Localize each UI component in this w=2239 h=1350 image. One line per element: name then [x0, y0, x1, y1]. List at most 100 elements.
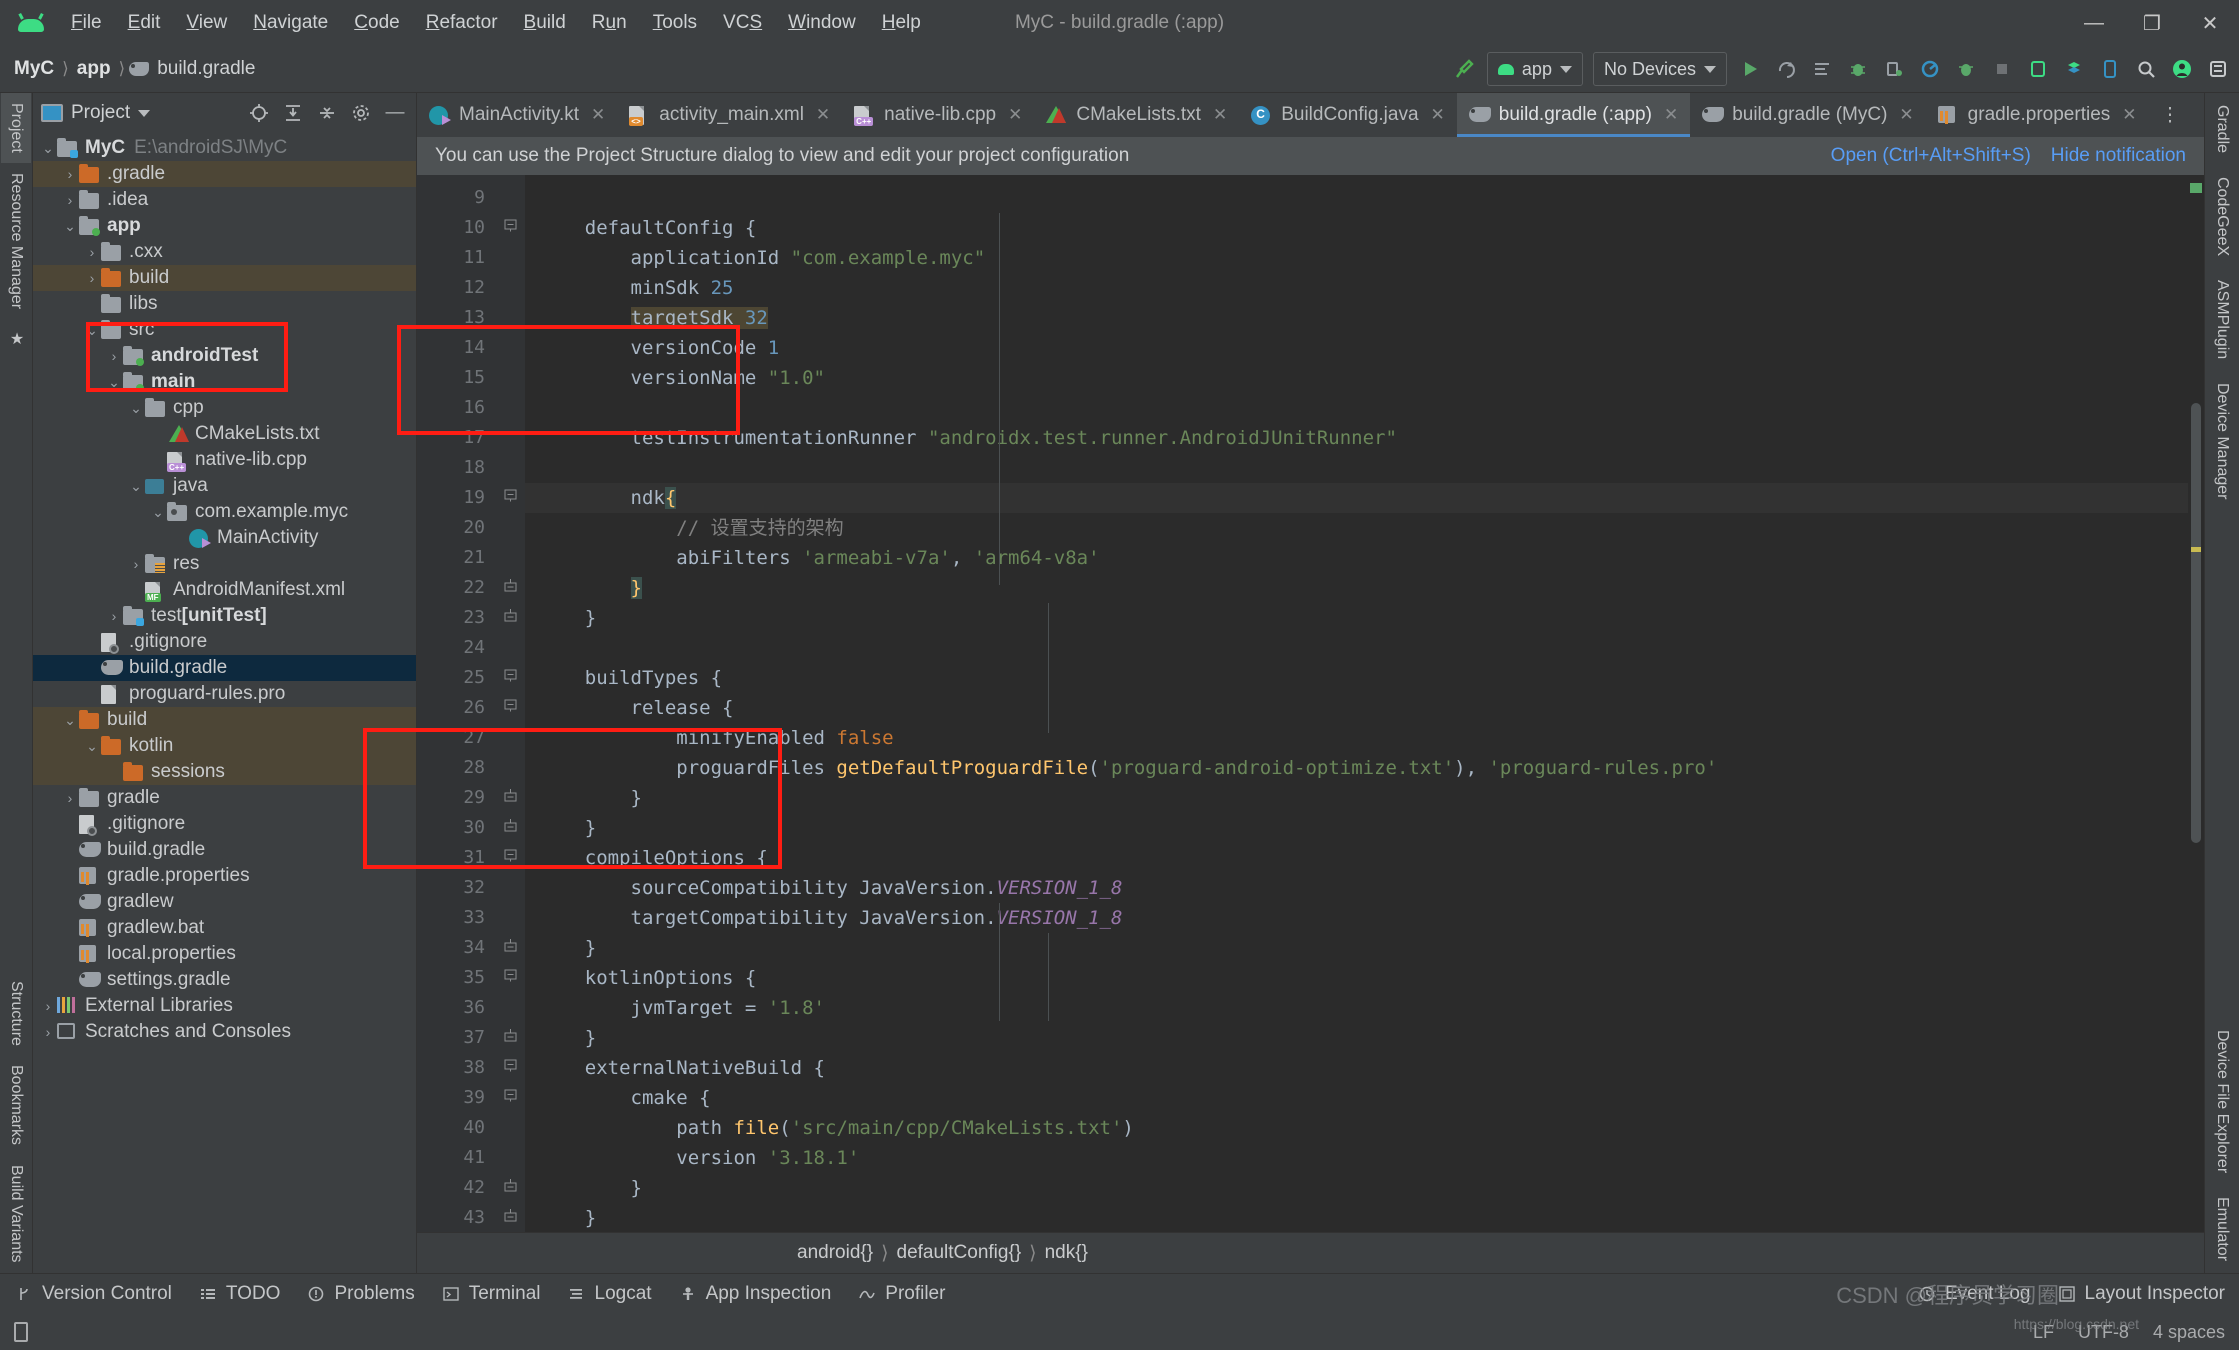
bottom-tool-problems[interactable]: Problems: [306, 1283, 414, 1305]
menu-item-vcs[interactable]: VCS: [710, 8, 775, 38]
code-line[interactable]: }: [525, 1173, 2204, 1203]
rail-tab-asmplugin[interactable]: ASMPlugin: [2206, 268, 2238, 371]
code-line[interactable]: [525, 393, 2204, 423]
editor-tab-build-gradle-app-[interactable]: build.gradle (:app)✕: [1457, 93, 1690, 137]
editor-tabs-overflow-icon[interactable]: ⋮: [2149, 93, 2192, 137]
bottom-tool-app-inspection[interactable]: App Inspection: [678, 1283, 832, 1305]
chevron-right-icon[interactable]: ›: [39, 1024, 57, 1040]
close-tab-icon[interactable]: ✕: [1899, 105, 1913, 125]
editor-tab-activity-main-xml[interactable]: <>activity_main.xml✕: [617, 93, 842, 137]
menu-item-view[interactable]: View: [173, 8, 240, 38]
close-tab-icon[interactable]: ✕: [1431, 105, 1445, 125]
tree-node-res[interactable]: ›res: [33, 551, 416, 577]
tree-node-androidtest[interactable]: ›androidTest: [33, 343, 416, 369]
rerun-icon[interactable]: [1773, 56, 1799, 82]
close-tab-icon[interactable]: ✕: [1664, 105, 1678, 125]
stop-icon[interactable]: [1989, 56, 2015, 82]
close-tab-icon[interactable]: ✕: [816, 105, 830, 125]
close-tab-icon[interactable]: ✕: [2122, 105, 2136, 125]
tree-node-test[interactable]: ›test [unitTest]: [33, 603, 416, 629]
chevron-right-icon[interactable]: ›: [61, 166, 79, 182]
tree-node-build-gradle[interactable]: build.gradle: [33, 655, 416, 681]
fold-collapse-icon[interactable]: [495, 843, 525, 873]
bottom-tool-terminal[interactable]: Terminal: [441, 1283, 541, 1305]
editor-tab-cmakelists-txt[interactable]: CMakeLists.txt✕: [1034, 93, 1239, 137]
minimize-button[interactable]: —: [2065, 0, 2123, 46]
chevron-down-icon[interactable]: ⌄: [149, 508, 167, 516]
fold-collapse-icon[interactable]: [495, 663, 525, 693]
bottom-tool-todo[interactable]: TODO: [198, 1283, 281, 1305]
attach-debugger-icon[interactable]: [1881, 56, 1907, 82]
code-line[interactable]: kotlinOptions {: [525, 963, 2204, 993]
tree-node-build[interactable]: ⌄build: [33, 707, 416, 733]
tree-node-myc[interactable]: ⌄MyCE:\androidSJ\MyC: [33, 135, 416, 161]
tree-node-sessions[interactable]: sessions: [33, 759, 416, 785]
fold-end-icon[interactable]: [495, 603, 525, 633]
fold-collapse-icon[interactable]: [495, 693, 525, 723]
sync-project-icon[interactable]: [1953, 56, 1979, 82]
run-icon[interactable]: [1737, 56, 1763, 82]
chevron-down-icon[interactable]: ⌄: [83, 742, 101, 750]
scrollbar-thumb[interactable]: [2191, 403, 2201, 843]
menu-item-edit[interactable]: Edit: [115, 8, 174, 38]
chevron-right-icon[interactable]: ›: [61, 790, 79, 806]
rail-icon-favorites[interactable]: ★: [1, 319, 32, 358]
code-line[interactable]: release {: [525, 693, 2204, 723]
code-line[interactable]: }: [525, 603, 2204, 633]
tree-node-build[interactable]: ›build: [33, 265, 416, 291]
bottom-tool-layout-inspector[interactable]: Layout Inspector: [2057, 1283, 2225, 1305]
tree-node-gradle[interactable]: ›gradle: [33, 785, 416, 811]
fold-end-icon[interactable]: [495, 813, 525, 843]
code-line[interactable]: [525, 453, 2204, 483]
project-tree[interactable]: ⌄MyCE:\androidSJ\MyC›.gradle›.idea⌄app›.…: [33, 133, 416, 1273]
rail-tab-emulator[interactable]: Emulator: [2206, 1185, 2238, 1273]
code-line[interactable]: }: [525, 573, 2204, 603]
rail-tab-structure[interactable]: Structure: [1, 971, 31, 1056]
fold-collapse-icon[interactable]: [495, 963, 525, 993]
tree-node-gradle-properties[interactable]: gradle.properties: [33, 863, 416, 889]
tree-node-build-gradle[interactable]: build.gradle: [33, 837, 416, 863]
debug-icon[interactable]: [1845, 56, 1871, 82]
tree-node-main[interactable]: ⌄main: [33, 369, 416, 395]
code-line[interactable]: // 设置支持的架构: [525, 513, 2204, 543]
tree-node-mainactivity[interactable]: MainActivity: [33, 525, 416, 551]
tree-node-scratches-and-consoles[interactable]: ›Scratches and Consoles: [33, 1019, 416, 1045]
fold-end-icon[interactable]: [495, 1023, 525, 1053]
fold-collapse-icon[interactable]: [495, 213, 525, 243]
code-line[interactable]: versionCode 1: [525, 333, 2204, 363]
tree-node-cpp[interactable]: ⌄cpp: [33, 395, 416, 421]
menu-item-build[interactable]: Build: [511, 8, 579, 38]
select-opened-file-icon[interactable]: [246, 100, 272, 126]
tree-node-kotlin[interactable]: ⌄kotlin: [33, 733, 416, 759]
breadcrumb-android[interactable]: android{}: [797, 1242, 873, 1264]
code-line[interactable]: abiFilters 'armeabi-v7a', 'arm64-v8a': [525, 543, 2204, 573]
avd-manager-icon[interactable]: [2025, 56, 2051, 82]
code-line[interactable]: minSdk 25: [525, 273, 2204, 303]
expand-all-icon[interactable]: [280, 100, 306, 126]
menu-item-tools[interactable]: Tools: [640, 8, 710, 38]
code-line[interactable]: }: [525, 1023, 2204, 1053]
tree-node-proguard-rules-pro[interactable]: proguard-rules.pro: [33, 681, 416, 707]
editor-tab-bar[interactable]: MainActivity.kt✕<>activity_main.xml✕C++n…: [417, 93, 2204, 137]
rail-tab-bookmarks[interactable]: Bookmarks: [1, 1055, 31, 1155]
hide-panel-icon[interactable]: —: [382, 100, 408, 126]
chevron-down-icon[interactable]: ⌄: [105, 378, 123, 386]
code-line[interactable]: jvmTarget = '1.8': [525, 993, 2204, 1023]
fold-collapse-icon[interactable]: [495, 1053, 525, 1083]
code-line[interactable]: defaultConfig {: [525, 213, 2204, 243]
close-tab-icon[interactable]: ✕: [1213, 105, 1227, 125]
profile-icon[interactable]: [1917, 56, 1943, 82]
tree-node-settings-gradle[interactable]: settings.gradle: [33, 967, 416, 993]
tree-node--gitignore[interactable]: .gitignore: [33, 811, 416, 837]
fold-end-icon[interactable]: [495, 933, 525, 963]
code-line[interactable]: testInstrumentationRunner "androidx.test…: [525, 423, 2204, 453]
fold-end-icon[interactable]: [495, 573, 525, 603]
chevron-down-icon[interactable]: ⌄: [61, 222, 79, 230]
chevron-down-icon[interactable]: ⌄: [127, 482, 145, 490]
maximize-button[interactable]: ❐: [2123, 0, 2181, 46]
tree-node-native-lib-cpp[interactable]: C++native-lib.cpp: [33, 447, 416, 473]
apply-changes-icon[interactable]: [1809, 56, 1835, 82]
code-line[interactable]: buildTypes {: [525, 663, 2204, 693]
menu-item-file[interactable]: File: [58, 8, 115, 38]
tree-node-app[interactable]: ⌄app: [33, 213, 416, 239]
